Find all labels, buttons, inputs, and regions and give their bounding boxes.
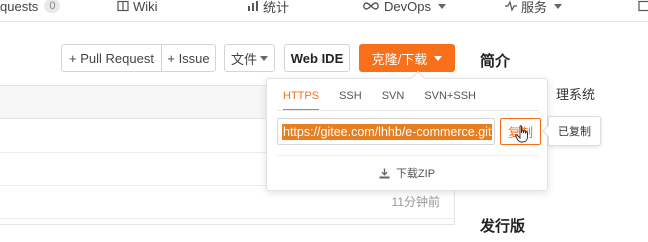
hand-cursor-icon [515, 125, 528, 143]
nav-wiki-label: Wiki [133, 0, 158, 14]
files-button-label: 文件 [230, 51, 257, 67]
chevron-down-icon [437, 3, 446, 9]
window-icon [638, 0, 648, 12]
files-dropdown-button[interactable]: 文件 [224, 44, 275, 72]
tab-svn-ssh[interactable]: SVN+SSH [424, 89, 476, 111]
intro-heading: 简介 [480, 53, 511, 70]
nav-services-label: 服务 [521, 0, 548, 15]
nav-stats[interactable]: 统计 [247, 0, 289, 15]
create-button-group: + Pull Request + Issue [61, 44, 216, 72]
dropdown-arrow [410, 70, 426, 86]
web-ide-button[interactable]: Web IDE [284, 44, 350, 72]
tab-svn[interactable]: SVN [382, 89, 405, 111]
chevron-down-icon [434, 55, 443, 61]
download-icon [379, 168, 390, 178]
file-list-divider [0, 218, 454, 219]
clone-dropdown-panel: HTTPS SSH SVN SVN+SSH https://gitee.com/… [266, 70, 548, 191]
pulse-icon [505, 0, 517, 12]
tab-https[interactable]: HTTPS [283, 89, 320, 111]
nav-more-icon[interactable] [638, 0, 648, 15]
nav-stats-label: 统计 [263, 0, 290, 15]
copied-tooltip-text: 已复制 [558, 126, 591, 138]
infinity-icon [363, 2, 379, 10]
nav-services[interactable]: 服务 [505, 0, 563, 15]
tabs-divider [277, 110, 539, 111]
clone-button-label: 克隆/下载 [371, 51, 428, 67]
dropdown-divider [277, 155, 539, 156]
pull-requests-count-badge: 0 [44, 0, 61, 13]
download-zip-link[interactable]: 下载ZIP [267, 165, 547, 181]
chevron-down-icon [260, 55, 268, 61]
chevron-down-icon [554, 3, 563, 9]
releases-heading: 发行版 [480, 218, 526, 235]
nav-devops[interactable]: DevOps [362, 0, 446, 15]
bar-chart-icon [248, 1, 258, 11]
clone-url-input[interactable]: https://gitee.com/lhhb/e-commerce.git [277, 118, 495, 145]
repo-nav-bar: quests 0 Wiki 统计 DevOps 服务 [0, 0, 648, 22]
issue-button[interactable]: + Issue [161, 45, 215, 71]
nav-pull-requests-label: quests [0, 0, 39, 14]
nav-devops-label: DevOps [384, 0, 431, 14]
protocol-tabs: HTTPS SSH SVN SVN+SSH [283, 89, 476, 111]
clone-download-button[interactable]: 克隆/下载 [359, 44, 455, 72]
tab-ssh[interactable]: SSH [339, 89, 362, 111]
nav-wiki[interactable]: Wiki [117, 0, 158, 15]
book-icon [117, 0, 129, 12]
copied-tooltip: 已复制 [542, 116, 601, 146]
download-zip-label: 下载ZIP [395, 168, 436, 180]
nav-pull-requests[interactable]: quests 0 [0, 0, 61, 15]
commit-time: 11分钟前 [391, 195, 440, 209]
clone-url-selected-text: https://gitee.com/lhhb/e-commerce.git [282, 123, 493, 140]
intro-description: 理系统 [556, 87, 596, 102]
pull-request-button[interactable]: + Pull Request [62, 45, 161, 71]
